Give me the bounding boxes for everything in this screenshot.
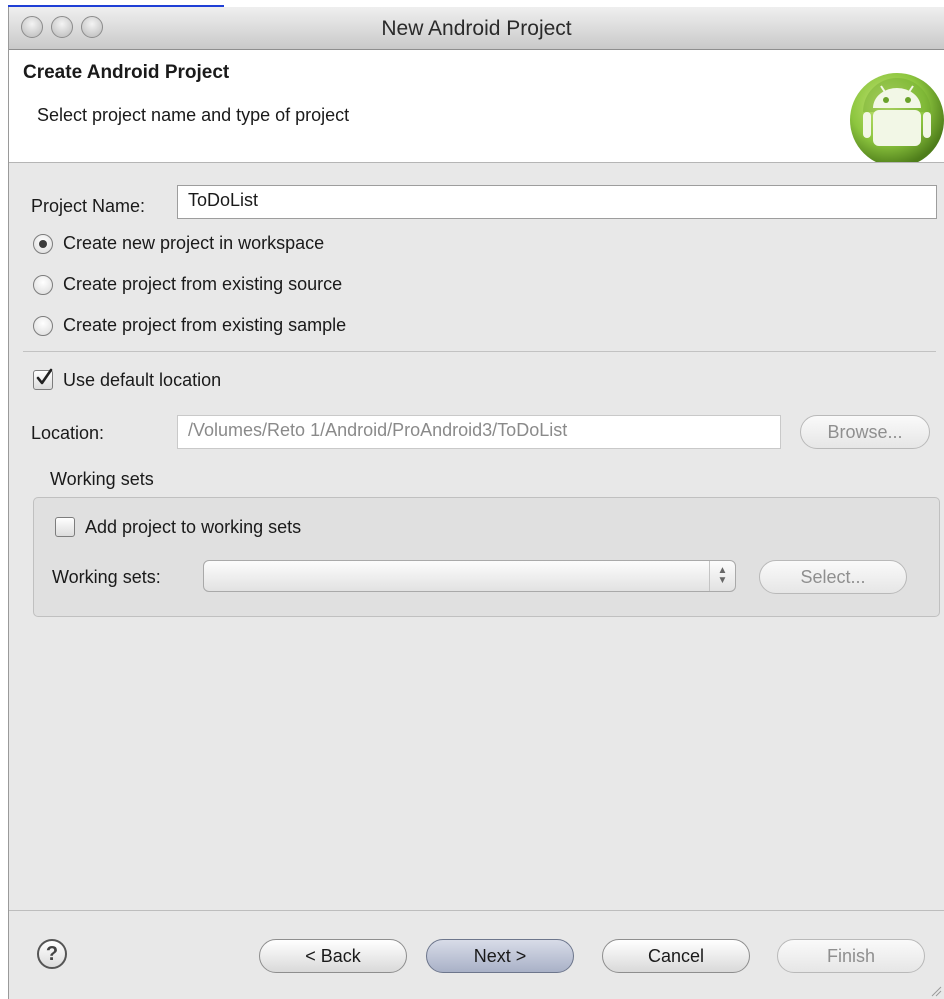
radio-new-project-label[interactable]: Create new project in workspace (63, 233, 324, 254)
wizard-header: Create Android Project Select project na… (9, 50, 944, 163)
radio-existing-sample-label[interactable]: Create project from existing sample (63, 315, 346, 336)
top-link-fragment[interactable] (8, 0, 224, 7)
up-down-arrows-icon: ▲ ▼ (709, 561, 735, 591)
add-to-working-sets-label[interactable]: Add project to working sets (85, 517, 301, 538)
finish-button[interactable]: Finish (777, 939, 925, 973)
radio-new-project[interactable] (33, 234, 53, 254)
footer-divider (9, 910, 944, 911)
add-to-working-sets-checkbox[interactable] (55, 517, 75, 537)
radio-existing-sample[interactable] (33, 316, 53, 336)
use-default-location-label[interactable]: Use default location (63, 370, 221, 391)
checkmark-icon (36, 368, 53, 385)
working-sets-group-title: Working sets (50, 469, 154, 489)
radio-existing-source[interactable] (33, 275, 53, 295)
page-title: Create Android Project (23, 62, 230, 83)
working-sets-select[interactable]: ▲ ▼ (203, 560, 736, 592)
new-android-project-window: New Android Project Create Android Proje… (8, 7, 944, 999)
project-name-input[interactable]: ToDoList (177, 185, 937, 219)
project-name-label: Project Name: (31, 196, 146, 216)
cancel-button[interactable]: Cancel (602, 939, 750, 973)
section-divider (23, 351, 936, 352)
select-working-sets-button[interactable]: Select... (759, 560, 907, 594)
location-input[interactable]: /Volumes/Reto 1/Android/ProAndroid3/ToDo… (177, 415, 781, 449)
working-sets-label: Working sets: (52, 567, 161, 587)
title-bar[interactable]: New Android Project (9, 7, 944, 50)
working-sets-group (33, 497, 940, 617)
resize-grip-icon[interactable] (930, 985, 942, 997)
location-label: Location: (31, 423, 105, 443)
window-title: New Android Project (381, 17, 572, 40)
use-default-location-checkbox[interactable] (33, 368, 53, 390)
radio-existing-source-label[interactable]: Create project from existing source (63, 274, 342, 295)
browse-button[interactable]: Browse... (800, 415, 930, 449)
next-button[interactable]: Next > (426, 939, 574, 973)
page-subtitle: Select project name and type of project (37, 105, 350, 125)
back-button[interactable]: < Back (259, 939, 407, 973)
android-logo-icon (850, 73, 944, 162)
help-icon[interactable]: ? (37, 939, 67, 969)
